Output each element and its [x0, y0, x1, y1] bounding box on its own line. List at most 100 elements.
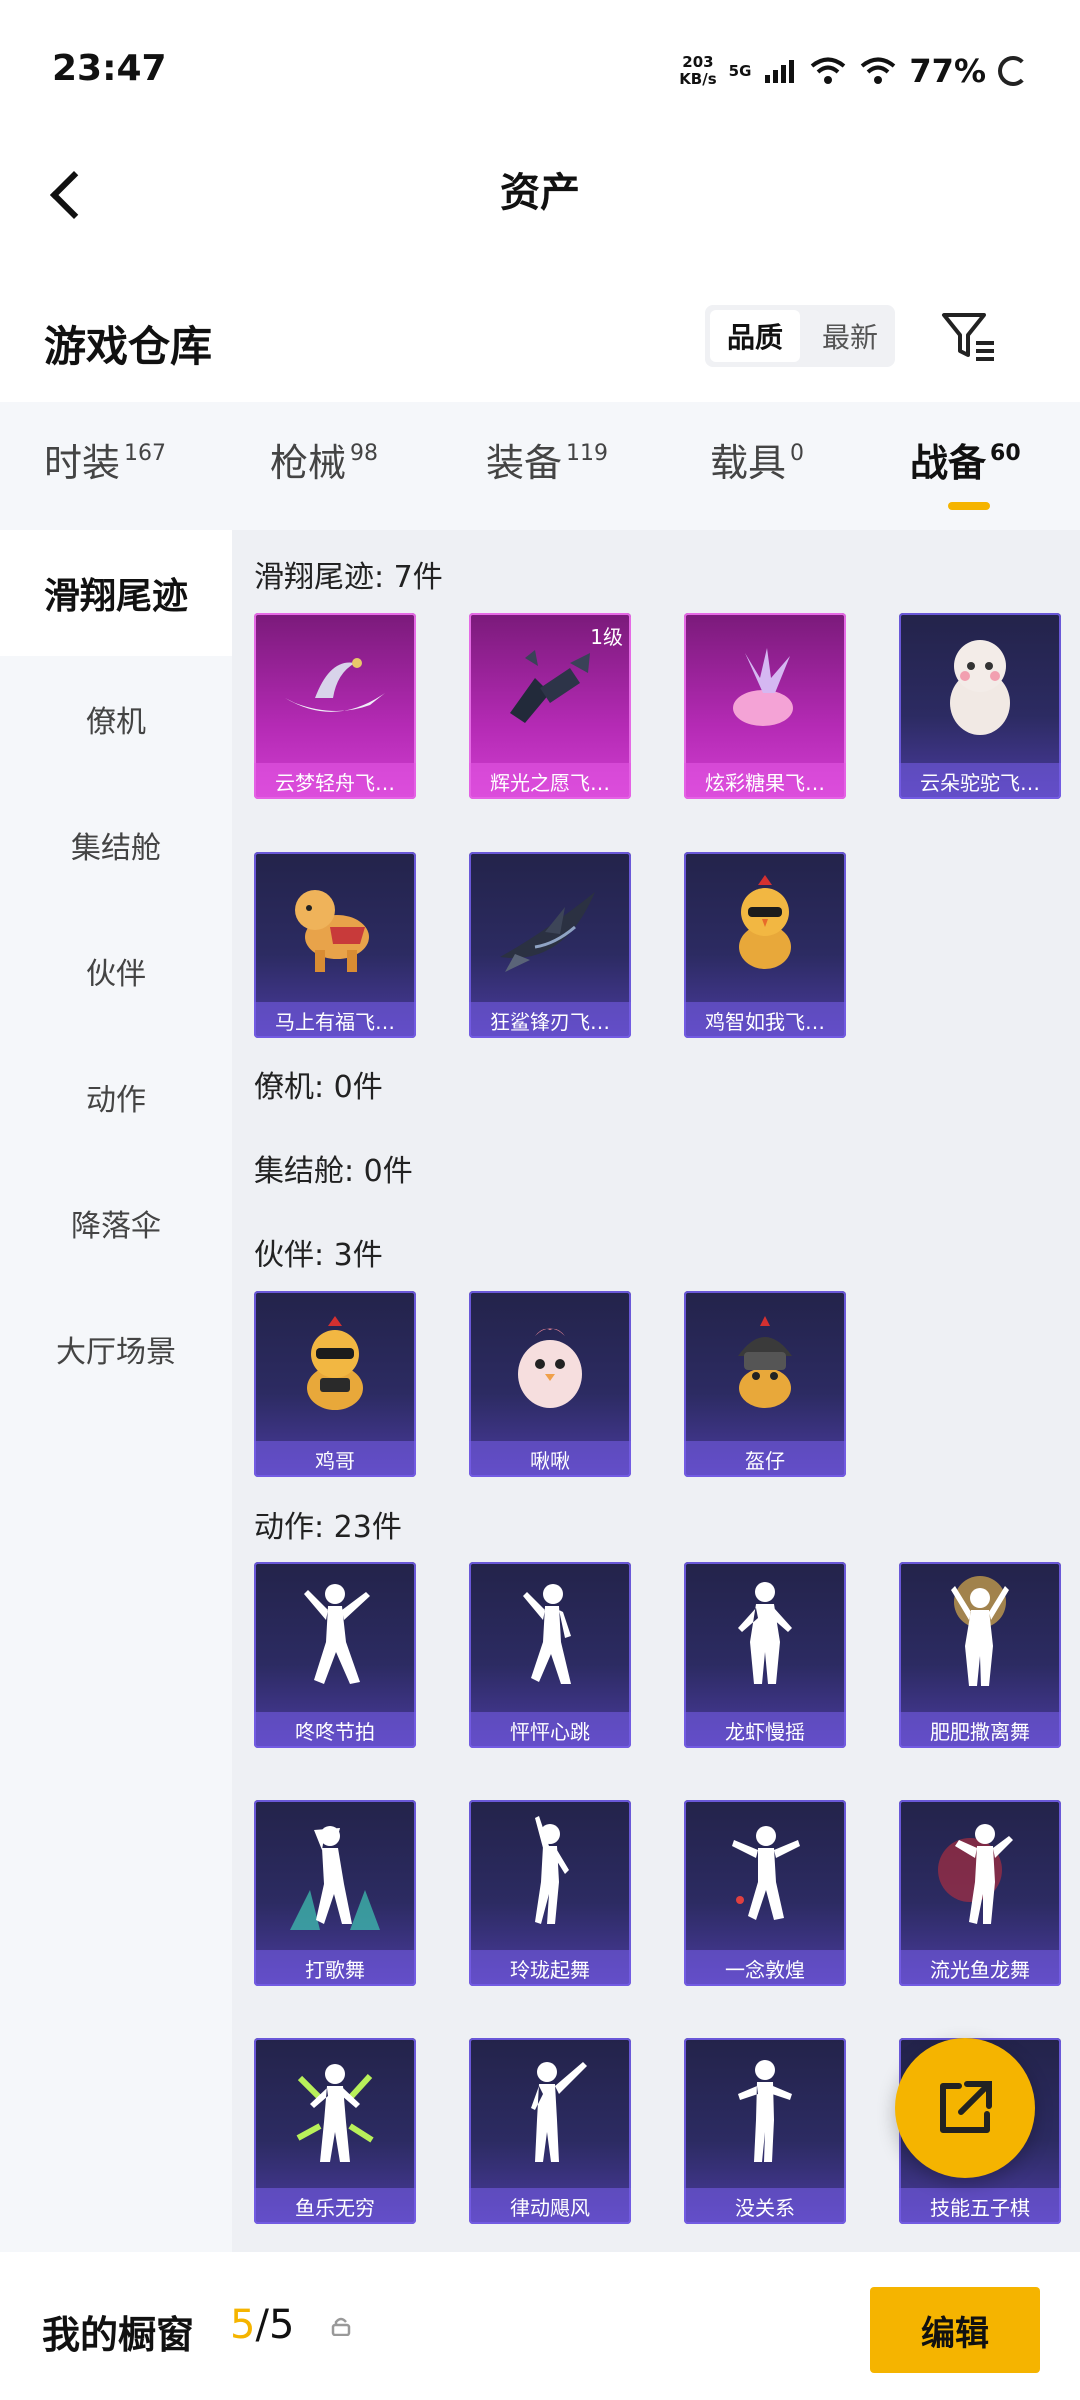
item-card[interactable]: 咚咚节拍 [254, 1562, 416, 1748]
item-label: 云朵驼驼飞… [899, 763, 1061, 799]
item-card[interactable]: 啾啾 [469, 1291, 631, 1477]
item-card[interactable]: 玲珑起舞 [469, 1800, 631, 1986]
tab-guns[interactable]: 枪械 98 [270, 432, 378, 487]
bird-icon [469, 1291, 631, 1441]
tab-count: 119 [566, 441, 609, 466]
tab-fashion[interactable]: 时装 167 [44, 432, 166, 487]
signal-icon [765, 60, 795, 83]
item-card[interactable]: 肥肥撒离舞 [899, 1562, 1061, 1748]
item-card[interactable]: 鱼乐无穷 [254, 2038, 416, 2224]
sort-newest-button[interactable]: 最新 [805, 305, 895, 367]
active-tab-indicator [948, 502, 990, 510]
status-time: 23:47 [52, 48, 167, 89]
item-card[interactable]: 马上有福飞… [254, 852, 416, 1038]
dancer-icon [684, 2038, 846, 2188]
external-link-icon [940, 2081, 992, 2133]
share-floating-button[interactable] [895, 2038, 1035, 2178]
tab-equipment[interactable]: 装备 119 [486, 432, 608, 487]
item-card[interactable]: 1级 辉光之愿飞… [469, 613, 631, 799]
category-sidebar: 滑翔尾迹 僚机 集结舱 伙伴 动作 降落伞 大厅场景 [0, 530, 232, 2252]
item-grid-area: 滑翔尾迹: 7件 云梦轻舟飞… 1级 辉光之愿飞… 炫彩糖果飞… 云朵驼驼飞… … [232, 530, 1080, 2252]
sidebar-item-emote[interactable]: 动作 [0, 1034, 232, 1160]
sidebar-item-lobby-scene[interactable]: 大厅场景 [0, 1286, 232, 1412]
item-card[interactable]: 打歌舞 [254, 1800, 416, 1986]
dancer-icon [469, 1562, 631, 1712]
section-title-emote: 动作: 23件 [254, 1510, 402, 1545]
item-card[interactable]: 律动飓风 [469, 2038, 631, 2224]
sidebar-item-parachute[interactable]: 降落伞 [0, 1160, 232, 1286]
chicken-icon [684, 852, 846, 1002]
shark-icon [469, 852, 631, 1002]
page-title: 资产 [500, 170, 580, 216]
lock-icon [331, 2317, 351, 2336]
dancer-icon [684, 1800, 846, 1950]
dancer-icon [254, 1800, 416, 1950]
tab-count: 0 [790, 441, 805, 466]
item-label: 律动飓风 [469, 2188, 631, 2224]
showcase-count: 5/5 [230, 2302, 294, 2348]
tab-label: 枪械 [270, 441, 347, 485]
dancer-icon [899, 1800, 1061, 1950]
item-label: 啾啾 [469, 1441, 631, 1477]
status-icons: 203 KB/s 5G 77% [679, 52, 1028, 90]
item-label: 一念敦煌 [684, 1950, 846, 1986]
tab-combat-prep[interactable]: 战备 60 [910, 432, 1021, 510]
tab-count: 167 [124, 441, 167, 466]
net-speed: 203 KB/s [679, 54, 716, 88]
item-card[interactable]: 炫彩糖果飞… [684, 613, 846, 799]
item-label: 鱼乐无穷 [254, 2188, 416, 2224]
item-card[interactable]: 怦怦心跳 [469, 1562, 631, 1748]
dancer-icon [254, 1562, 416, 1712]
tab-count: 98 [350, 441, 379, 466]
warehouse-title: 游戏仓库 [44, 322, 213, 371]
item-label: 流光鱼龙舞 [899, 1950, 1061, 1986]
section-title-glide: 滑翔尾迹: 7件 [254, 560, 443, 595]
item-label: 辉光之愿飞… [469, 763, 631, 799]
item-card[interactable]: 鸡哥 [254, 1291, 416, 1477]
item-label: 炫彩糖果飞… [684, 763, 846, 799]
sort-quality-button[interactable]: 品质 [710, 310, 800, 362]
item-label: 盔仔 [684, 1441, 846, 1477]
sidebar-item-glide-trail[interactable]: 滑翔尾迹 [0, 530, 232, 656]
item-card[interactable]: 一念敦煌 [684, 1800, 846, 1986]
item-card[interactable]: 云朵驼驼飞… [899, 613, 1061, 799]
item-card[interactable]: 龙虾慢摇 [684, 1562, 846, 1748]
item-label: 云梦轻舟飞… [254, 763, 416, 799]
horse-icon [254, 852, 416, 1002]
boat-icon [254, 613, 416, 763]
dancer-icon [469, 2038, 631, 2188]
item-card[interactable]: 云梦轻舟飞… [254, 613, 416, 799]
status-bar: 23:47 203 KB/s 5G 77% [0, 0, 1080, 140]
sidebar-item-wingman[interactable]: 僚机 [0, 656, 232, 782]
tab-vehicles[interactable]: 载具 0 [710, 432, 804, 487]
net-speed-unit: KB/s [679, 70, 717, 88]
item-card[interactable]: 鸡智如我飞… [684, 852, 846, 1038]
section-title-capsule: 集结舱: 0件 [254, 1154, 413, 1189]
sidebar-item-capsule[interactable]: 集结舱 [0, 782, 232, 908]
battery-level: 77% [909, 52, 986, 90]
item-card[interactable]: 狂鲨锋刃飞… [469, 852, 631, 1038]
battery-ring-icon [998, 56, 1028, 86]
tab-count: 60 [990, 441, 1021, 466]
showcase-current: 5 [230, 2302, 256, 2348]
showcase-total: 5 [268, 2302, 295, 2348]
item-label: 肥肥撒离舞 [899, 1712, 1061, 1748]
category-tabs: 时装 167 枪械 98 装备 119 载具 0 战备 60 [0, 402, 1080, 530]
item-label: 马上有福飞… [254, 1002, 416, 1038]
item-card[interactable]: 盔仔 [684, 1291, 846, 1477]
sidebar-item-partner[interactable]: 伙伴 [0, 908, 232, 1034]
item-card[interactable]: 没关系 [684, 2038, 846, 2224]
tab-label: 战备 [910, 441, 987, 485]
showcase-separator: / [255, 2302, 269, 2348]
item-card[interactable]: 流光鱼龙舞 [899, 1800, 1061, 1986]
dancer-icon [469, 1800, 631, 1950]
edit-button[interactable]: 编辑 [870, 2287, 1040, 2373]
item-label: 怦怦心跳 [469, 1712, 631, 1748]
crystal-shard-icon [469, 613, 631, 763]
wifi-icon-2 [861, 57, 896, 84]
sort-toggle: 品质 最新 [705, 305, 895, 367]
section-title-partner: 伙伴: 3件 [254, 1238, 383, 1273]
filter-icon[interactable] [938, 307, 1000, 367]
chicken-icon [254, 1291, 416, 1441]
net-speed-value: 203 [682, 53, 714, 71]
